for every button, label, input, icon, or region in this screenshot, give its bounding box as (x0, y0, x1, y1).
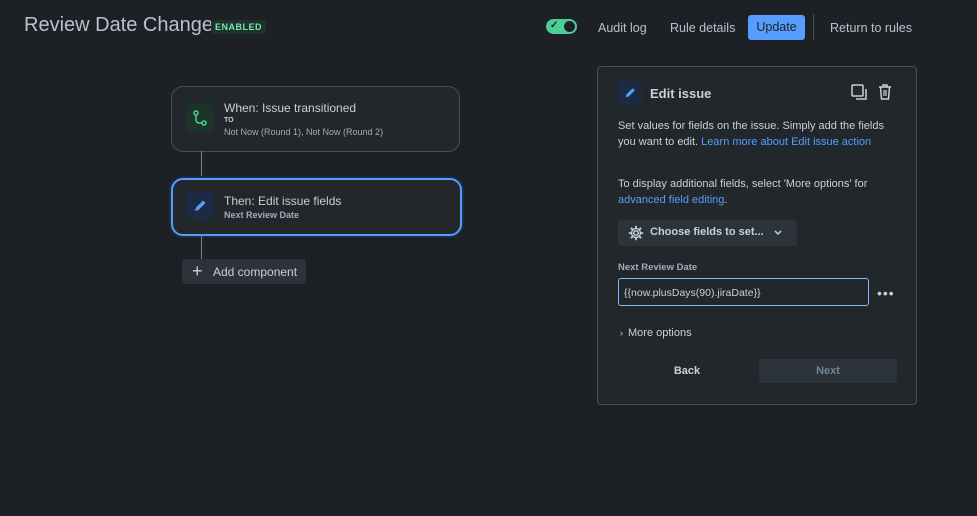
status-badge: ENABLED (211, 20, 267, 34)
trigger-node[interactable]: When: Issue transitioned TO Not Now (Rou… (171, 86, 460, 152)
action-title: Then: Edit issue fields (224, 194, 342, 208)
copy-icon[interactable] (850, 83, 868, 106)
header-divider (813, 14, 814, 40)
panel-display-note: To display additional fields, select 'Mo… (618, 176, 898, 208)
advanced-editing-link[interactable]: advanced field editing (618, 194, 724, 206)
update-button[interactable]: Update (748, 15, 805, 40)
more-actions-icon[interactable]: ••• (877, 285, 895, 301)
learn-more-link[interactable]: Learn more about Edit issue action (701, 136, 871, 148)
audit-log-button[interactable]: Audit log (598, 18, 647, 42)
edit-issue-panel: Edit issue Set values for fields on the … (597, 66, 917, 405)
flow-connector (201, 151, 202, 178)
gear-icon (628, 225, 644, 246)
more-options-toggle[interactable]: › More options (620, 327, 692, 339)
toggle-knob (564, 21, 575, 32)
rule-details-button[interactable]: Rule details (670, 18, 735, 42)
branch-icon (186, 104, 214, 132)
trigger-title: When: Issue transitioned (224, 101, 357, 115)
add-component-label: Add component (213, 265, 298, 279)
next-button[interactable]: Next (759, 359, 897, 383)
action-field: Next Review Date (224, 210, 300, 220)
page-title: Review Date Change (24, 14, 213, 36)
action-node[interactable]: Then: Edit issue fields Next Review Date (171, 178, 462, 236)
field-label: Next Review Date (618, 262, 698, 273)
panel-description: Set values for fields on the issue. Simp… (618, 118, 898, 150)
choose-fields-button[interactable]: Choose fields to set... (618, 220, 797, 246)
more-options-label: More options (628, 327, 692, 339)
back-button[interactable]: Back (622, 359, 752, 383)
panel-title: Edit issue (650, 86, 712, 101)
next-review-date-input[interactable]: {{now.plusDays(90).jiraDate}} (618, 278, 869, 306)
period-text: . (724, 194, 728, 206)
trigger-statuses: Not Now (Round 1), Not Now (Round 2) (224, 127, 384, 137)
chevron-down-icon (772, 224, 784, 245)
plus-icon: + (192, 261, 203, 281)
display-text: To display additional fields, select 'Mo… (618, 178, 868, 190)
return-to-rules-button[interactable]: Return to rules (830, 18, 912, 42)
flow-connector-bottom (201, 234, 202, 259)
trash-icon[interactable] (876, 83, 894, 106)
check-icon: ✓ (550, 20, 559, 31)
pencil-icon (186, 192, 214, 220)
enable-toggle[interactable]: ✓ (546, 19, 577, 34)
trigger-to-label: TO (224, 117, 234, 124)
pencil-icon (618, 81, 642, 105)
chevron-right-icon: › (620, 328, 623, 338)
add-component-button[interactable]: + Add component (182, 259, 306, 284)
choose-fields-label: Choose fields to set... (650, 226, 764, 238)
